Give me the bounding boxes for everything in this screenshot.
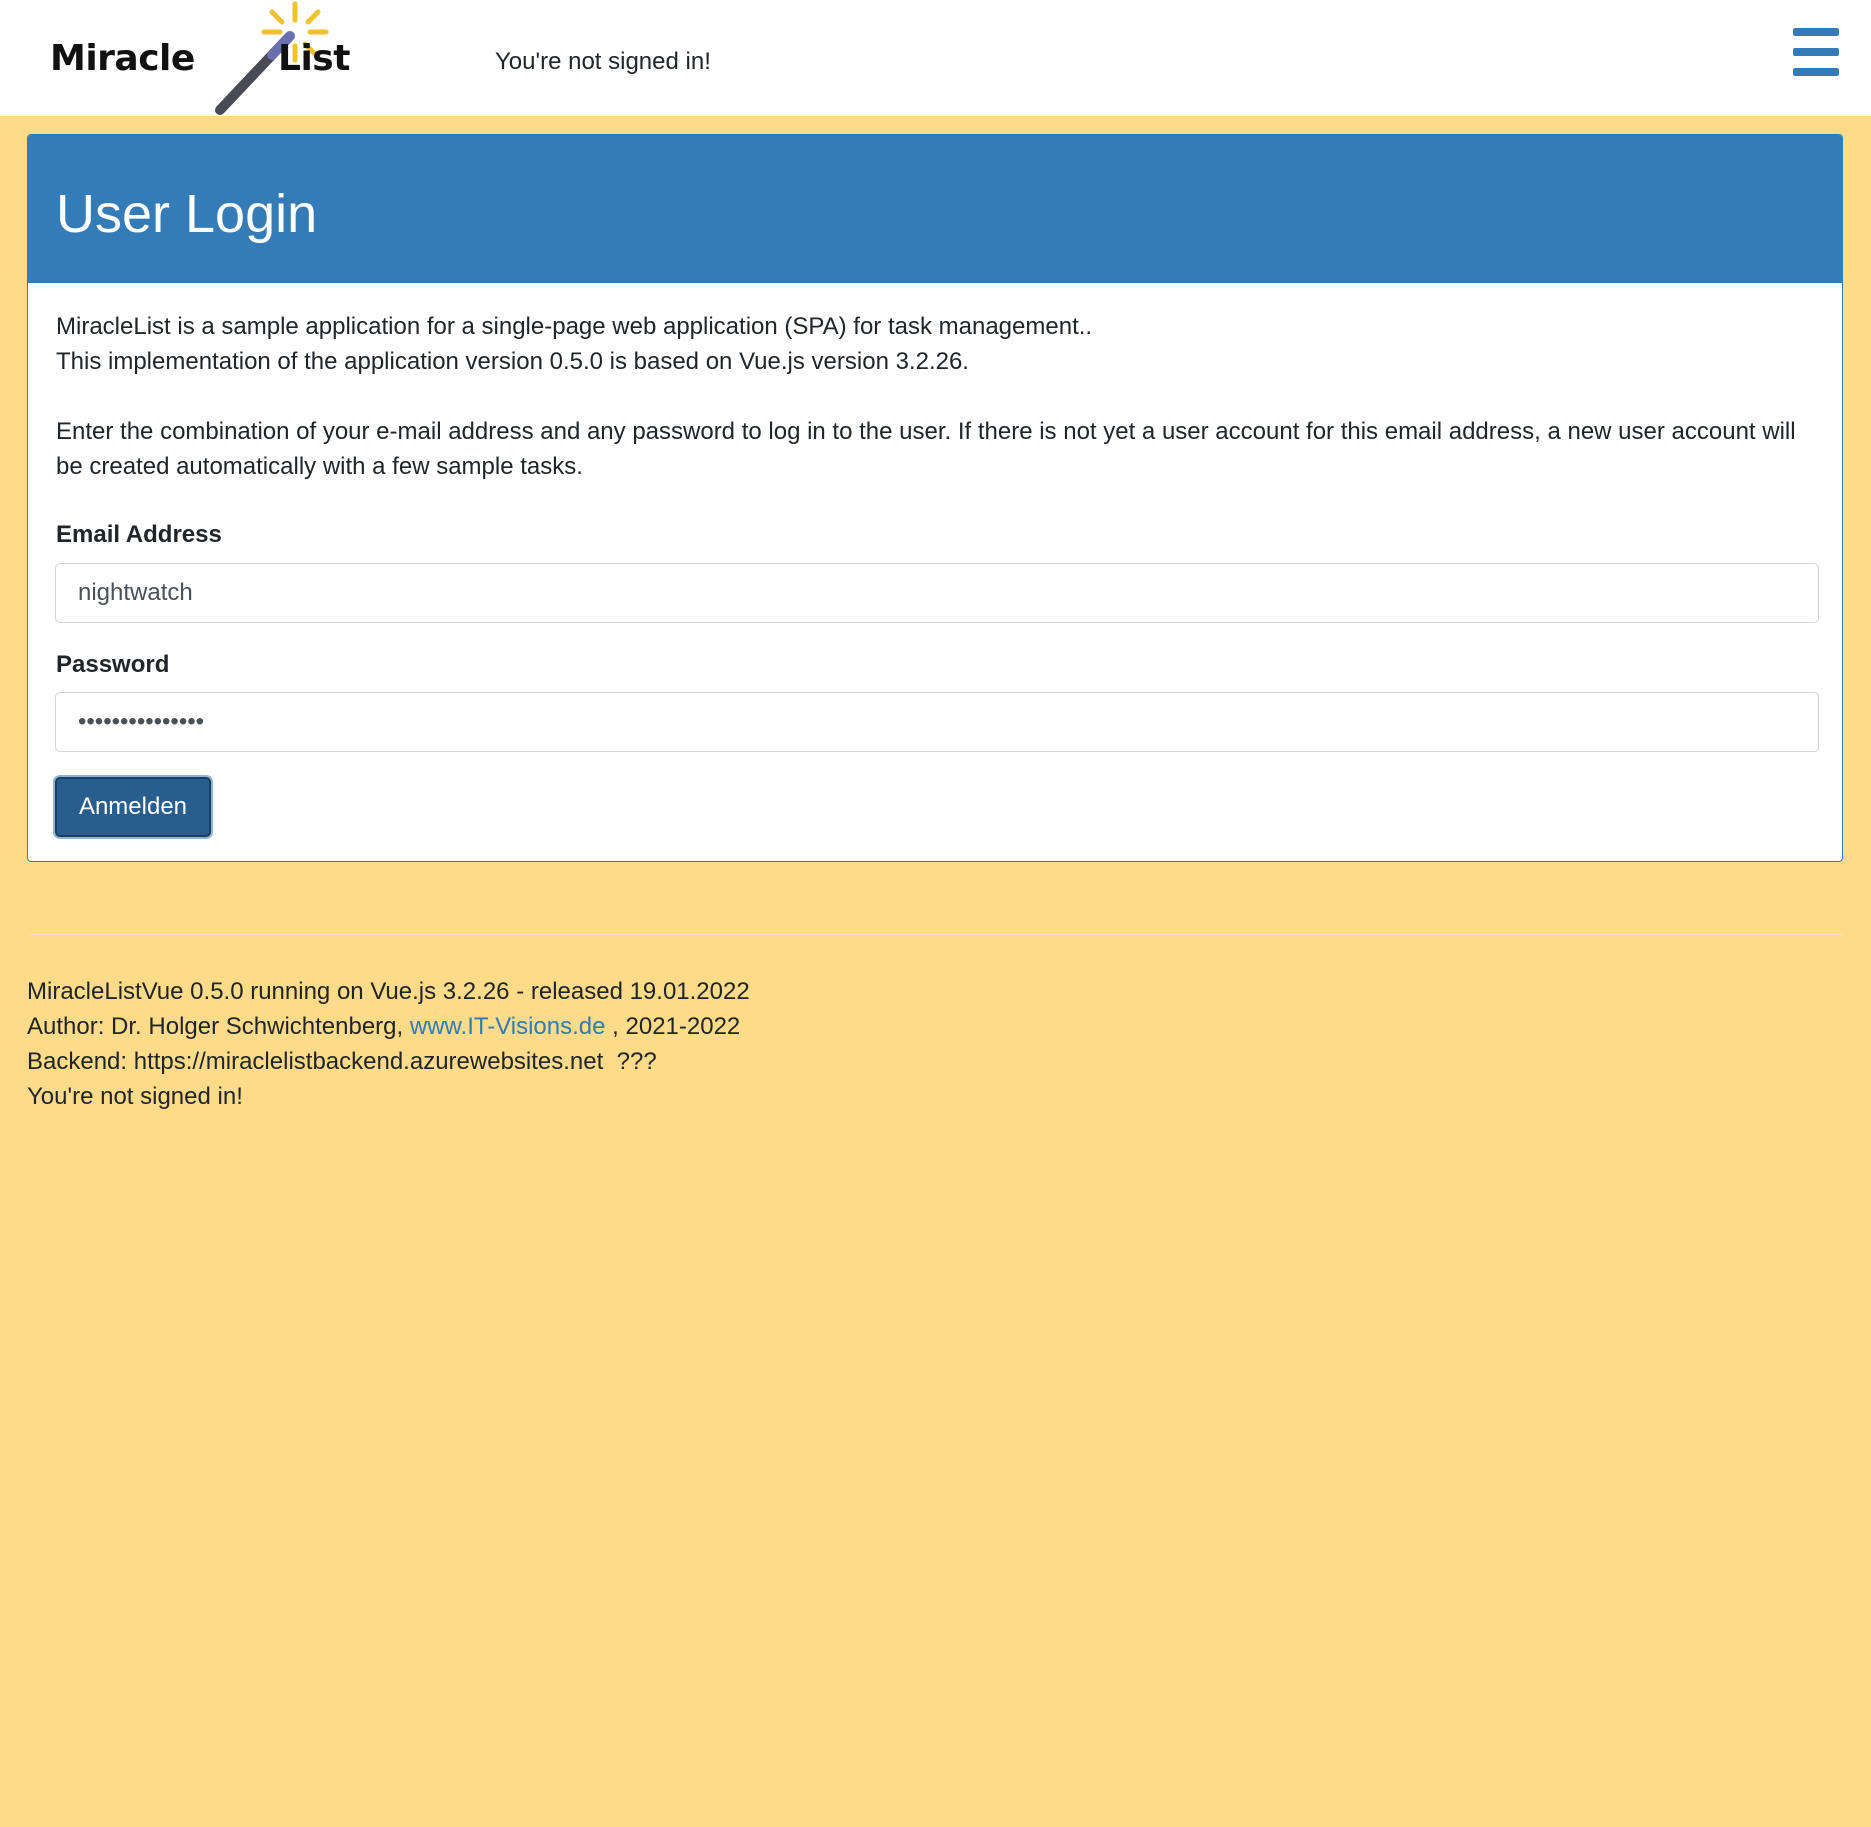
footer-version: MiracleListVue 0.5.0 running on Vue.js 3…	[27, 978, 750, 1005]
footer-author-suffix: , 2021-2022	[605, 1013, 741, 1040]
intro-paragraph-2: Enter the combination of your e-mail add…	[56, 418, 1796, 480]
intro-line-1: MiracleList is a sample application for …	[56, 313, 1093, 340]
page-title: User Login	[56, 184, 318, 244]
login-intro: MiracleList is a sample application for …	[56, 309, 1816, 484]
intro-line-2: This implementation of the application v…	[56, 348, 969, 375]
footer-signin-status: You're not signed in!	[27, 1083, 243, 1110]
top-navbar: Miracle List You're not signed in!	[0, 0, 1871, 116]
menu-bar	[1793, 28, 1839, 36]
logo-word-list: List	[278, 38, 350, 79]
footer-divider	[27, 934, 1843, 935]
login-button[interactable]: Anmelden	[55, 777, 211, 837]
hamburger-menu-icon[interactable]	[1793, 28, 1839, 76]
menu-bar	[1793, 68, 1839, 76]
login-card: User Login MiracleList is a sample appli…	[27, 134, 1843, 862]
footer-author: Author: Dr. Holger Schwichtenberg, www.I…	[27, 1009, 750, 1044]
password-field[interactable]	[55, 692, 1819, 752]
menu-bar	[1793, 48, 1839, 56]
email-label: Email Address	[56, 521, 222, 548]
password-label: Password	[56, 651, 170, 678]
footer-backend: Backend: https://miraclelistbackend.azur…	[27, 1048, 657, 1075]
itvisions-link[interactable]: www.IT-Visions.de	[410, 1013, 606, 1040]
login-card-header: User Login	[28, 135, 1842, 283]
miraclelist-logo[interactable]: Miracle List	[50, 0, 350, 116]
email-field[interactable]	[55, 563, 1819, 623]
signin-status: You're not signed in!	[495, 48, 711, 75]
footer: MiracleListVue 0.5.0 running on Vue.js 3…	[27, 974, 750, 1114]
footer-author-prefix: Author: Dr. Holger Schwichtenberg,	[27, 1013, 410, 1040]
